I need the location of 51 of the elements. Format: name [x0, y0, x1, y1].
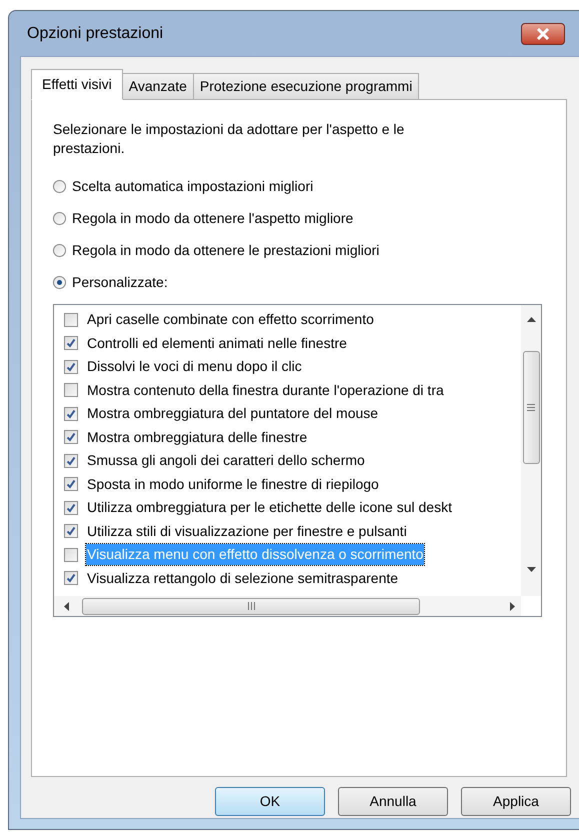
option-label[interactable]: Mostra ombreggiatura delle finestre: [86, 426, 308, 448]
option-label[interactable]: Dissolvi le voci di menu dopo il clic: [86, 356, 303, 378]
close-icon: [536, 28, 550, 40]
tab[interactable]: Effetti visivi: [31, 69, 123, 100]
option-label[interactable]: Utilizza ombreggiatura per le etichette delle icone sul deskt: [86, 497, 453, 518]
close-button[interactable]: [521, 22, 565, 44]
vertical-scrollbar[interactable]: [521, 305, 541, 596]
checkbox[interactable]: [64, 548, 78, 562]
radio-label[interactable]: Scelta automatica impostazioni migliori: [72, 176, 314, 196]
scroll-thumb[interactable]: [82, 598, 420, 614]
radio-button[interactable]: [53, 244, 66, 256]
dialog-button[interactable]: Annulla: [338, 787, 448, 816]
scroll-right-icon[interactable]: [510, 602, 515, 610]
option-label[interactable]: Mostra ombreggiatura del puntatore del mouse: [86, 403, 380, 424]
checkbox[interactable]: [64, 360, 78, 374]
option-label[interactable]: Utilizza stili di visualizzazione per finestre e pulsanti: [86, 520, 408, 542]
grip-icon: [527, 404, 535, 411]
option-label[interactable]: Apri caselle combinate con effetto scorrimento: [86, 309, 375, 330]
option-label[interactable]: Smussa gli angoli dei caratteri dello schermo: [86, 450, 366, 472]
window-title: Opzioni prestazioni: [27, 24, 164, 44]
option-label[interactable]: Sposta in modo uniforme le finestre di riepilogo: [86, 474, 380, 495]
radio-label[interactable]: Regola in modo da ottenere le prestazioni migliori: [72, 240, 380, 260]
option-label[interactable]: Controlli ed elementi animati nelle finestre: [86, 332, 348, 354]
scroll-up-icon[interactable]: [526, 317, 536, 322]
checkbox[interactable]: [64, 312, 78, 327]
horizontal-scrollbar[interactable]: [54, 596, 521, 616]
option-label[interactable]: Mostra contenuto della finestra durante l'operazione di tra: [86, 380, 445, 401]
radio-button[interactable]: [53, 212, 66, 224]
dialog-button[interactable]: OK: [215, 787, 325, 816]
dialog-button[interactable]: Applica: [461, 787, 571, 816]
checkbox[interactable]: [64, 571, 78, 586]
radio-label[interactable]: Personalizzate:: [72, 272, 168, 292]
scroll-thumb[interactable]: [522, 351, 540, 464]
scroll-down-icon[interactable]: [526, 567, 536, 572]
radio-button[interactable]: [53, 180, 66, 192]
checkbox[interactable]: [64, 454, 78, 468]
checkbox[interactable]: [64, 406, 78, 421]
checkbox[interactable]: [64, 430, 78, 444]
grip-icon: [248, 602, 254, 610]
radio-button[interactable]: [53, 276, 66, 288]
intro-text: Selezionare le impostazioni da adottare per l'aspetto e le prestazioni.: [53, 120, 406, 158]
checkbox[interactable]: [64, 383, 78, 398]
checkbox[interactable]: [64, 524, 78, 538]
scroll-left-icon[interactable]: [64, 602, 69, 610]
radio-label[interactable]: Regola in modo da ottenere l'aspetto migliore: [72, 208, 354, 228]
tab[interactable]: Protezione esecuzione programmi: [192, 73, 420, 100]
option-label[interactable]: Visualizza rettangolo di selezione semitrasparente: [86, 568, 400, 589]
checkbox[interactable]: [64, 336, 78, 350]
tab[interactable]: Avanzate: [122, 73, 194, 100]
checkbox[interactable]: [64, 500, 78, 515]
checkbox[interactable]: [64, 477, 78, 492]
